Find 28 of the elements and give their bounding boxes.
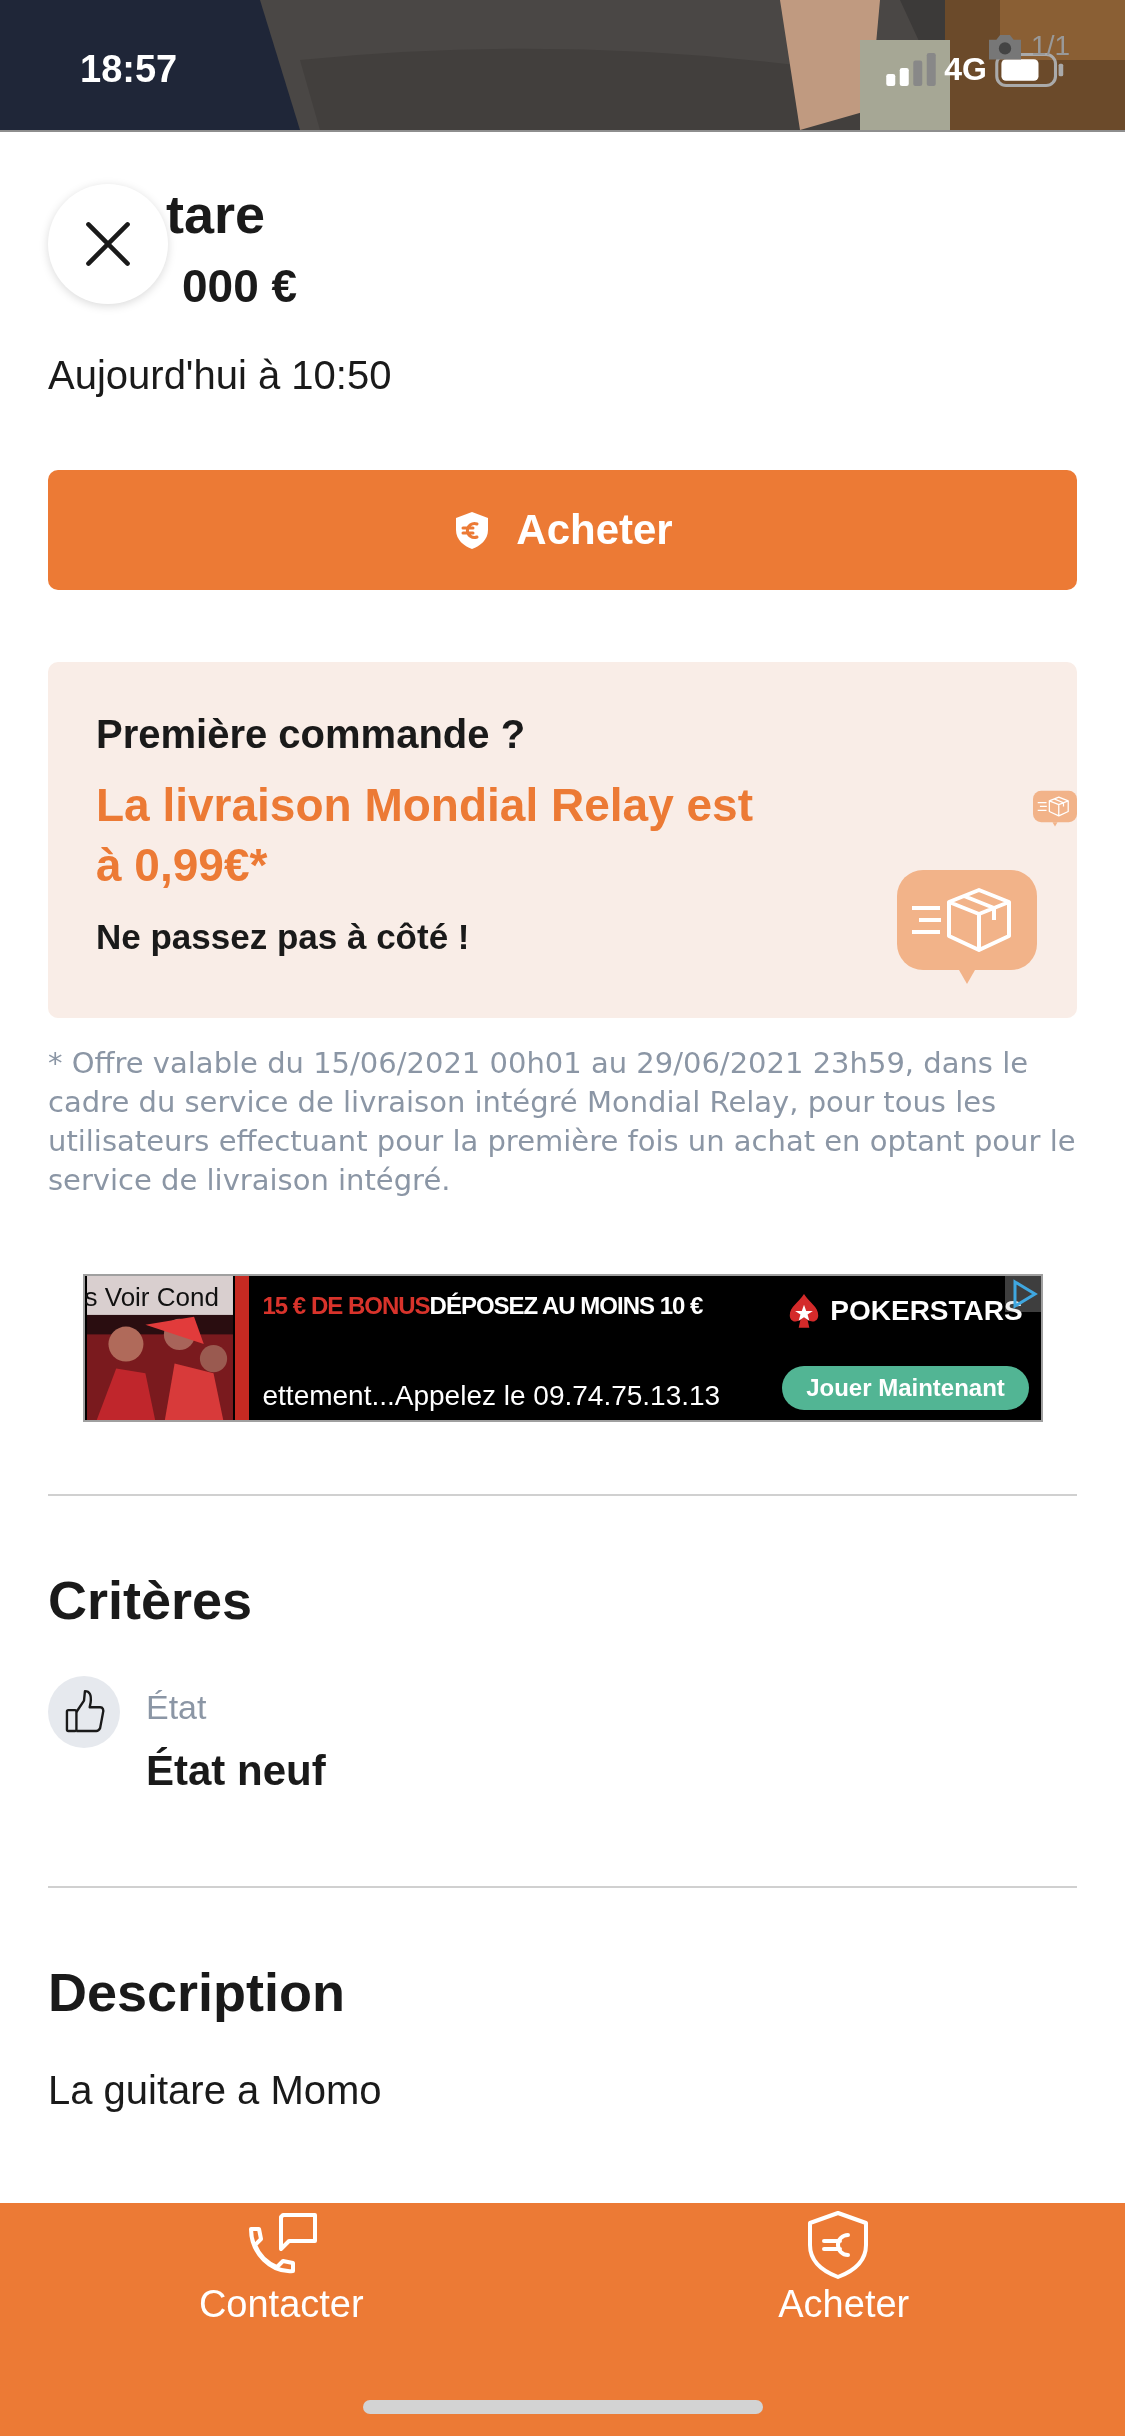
play-now-button[interactable]: Jouer Maintenant — [782, 1366, 1029, 1410]
photo-counter: 1/1 — [1031, 30, 1070, 62]
description-text: La guitare a Momo — [48, 2068, 383, 2113]
criterion-value: État neuf — [146, 1747, 326, 1795]
close-icon — [85, 221, 131, 267]
promo-heading: Première commande ? — [96, 712, 527, 757]
ad-headline: DÉPOSEZ AU MOINS 10 € — [429, 1292, 703, 1320]
signal-icon — [886, 53, 937, 86]
promo-offer: La livraison Mondial Relay est à 0,99€* — [96, 778, 754, 893]
status-time: 18:57 — [80, 48, 178, 91]
listing-date: Aujourd'hui à 10:50 — [48, 352, 393, 399]
section-heading: Description — [48, 1961, 347, 2024]
network-label: 4G — [944, 51, 987, 88]
parcel-chat-icon — [897, 870, 1037, 986]
criterion-label: État — [146, 1688, 208, 1727]
listing-title: tare — [166, 183, 267, 246]
offer-disclaimer: * Offre valable du 15/06/2021 00h01 au 29/06/2021 23h59, dans le cadre du service de livraison intégré Mondial Relay, pour tous les utilisateurs effectuant pour la première fois un achat en optant pour le service de livraison intégré. — [48, 1045, 1077, 1199]
tab-bar-button[interactable]: Contacter — [188, 2211, 374, 2326]
thumbs-up-icon — [48, 1676, 120, 1748]
promo-tagline: Ne passez pas à côté ! — [96, 917, 471, 957]
spade-star-icon — [788, 1292, 821, 1329]
buy-button[interactable]: Acheter — [48, 470, 1077, 590]
listing-price: 000 € — [182, 259, 299, 314]
section-heading: Critères — [48, 1569, 254, 1632]
tab-bar-button[interactable]: Acheter — [768, 2211, 920, 2326]
ad-brand-name: POKERSTARS — [830, 1294, 1023, 1327]
ad-ticker-text: ettement...Appelez le 09.74.75.13.13 — [262, 1380, 722, 1412]
ad-bonus-text: 15 € DE BONUS — [262, 1292, 430, 1320]
